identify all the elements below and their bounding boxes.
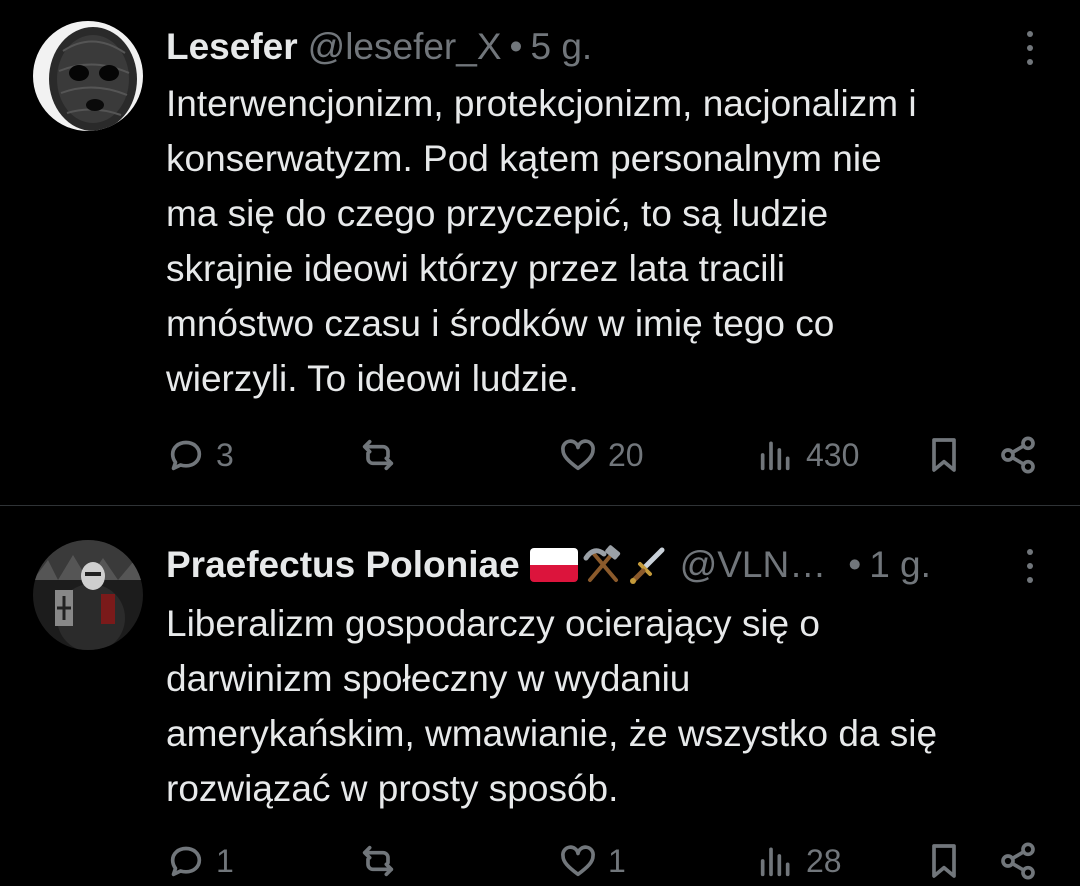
- analytics-icon: [760, 847, 790, 877]
- retweet-icon: [362, 845, 394, 877]
- author-handle[interactable]: @lesefer_X: [308, 26, 502, 68]
- bookmark-button[interactable]: [924, 430, 964, 480]
- avatar[interactable]: [33, 21, 143, 131]
- views-button[interactable]: 430: [756, 430, 859, 480]
- like-count: 1: [608, 842, 626, 879]
- views-button[interactable]: 28: [756, 836, 842, 886]
- heart-icon: [561, 439, 595, 471]
- tweet[interactable]: Praefectus Poloniae @VLN… • 1 g. Liberal…: [0, 506, 1080, 886]
- bookmark-button[interactable]: [924, 836, 964, 886]
- like-count: 20: [608, 436, 644, 473]
- separator-dot: •: [509, 26, 523, 67]
- views-count: 28: [806, 842, 842, 879]
- tweet-actions: 1 1 28: [166, 836, 1042, 886]
- tweet-text: Interwencjonizm, protekcjonizm, nacjonal…: [166, 83, 917, 399]
- author-name[interactable]: Lesefer: [166, 26, 298, 68]
- tweet-header: Lesefer @lesefer_X • 5 g.: [166, 22, 1040, 72]
- share-icon: [1001, 436, 1035, 474]
- timestamp[interactable]: 1 g.: [869, 544, 931, 586]
- like-button[interactable]: 1: [558, 836, 626, 886]
- retweet-icon: [362, 439, 394, 471]
- reply-count: 3: [216, 436, 234, 473]
- share-button[interactable]: [998, 836, 1038, 886]
- tweet-actions: 3 20 430: [166, 430, 1042, 480]
- reply-button[interactable]: 1: [166, 836, 234, 886]
- heart-icon: [561, 845, 595, 877]
- timestamp[interactable]: 5 g.: [530, 26, 592, 68]
- retweet-button[interactable]: [358, 430, 408, 480]
- analytics-icon: [760, 441, 790, 471]
- more-options-icon[interactable]: [1020, 546, 1040, 586]
- hammer-and-pick-icon: [583, 545, 620, 582]
- share-button[interactable]: [998, 430, 1038, 480]
- name-emojis: [529, 544, 670, 586]
- bookmark-icon: [932, 438, 956, 472]
- flag-poland-icon: [529, 548, 578, 582]
- like-button[interactable]: 20: [558, 430, 644, 480]
- more-options-icon[interactable]: [1020, 28, 1040, 68]
- retweet-button[interactable]: [358, 836, 408, 886]
- avatar[interactable]: [33, 540, 143, 650]
- share-icon: [1001, 842, 1035, 880]
- author-name[interactable]: Praefectus Poloniae: [166, 544, 520, 586]
- reply-icon: [170, 440, 202, 471]
- tweet-text: Liberalizm gospodarczy ocierający się o …: [166, 603, 938, 809]
- dagger-icon: [629, 547, 665, 584]
- reply-icon: [170, 846, 202, 877]
- reply-count: 1: [216, 842, 234, 879]
- tweet-header: Praefectus Poloniae @VLN… • 1 g.: [166, 540, 1040, 590]
- views-count: 430: [806, 436, 860, 473]
- reply-button[interactable]: 3: [166, 430, 234, 480]
- tweet[interactable]: Lesefer @lesefer_X • 5 g. Interwencjoniz…: [0, 0, 1080, 505]
- author-handle[interactable]: @VLN…: [680, 544, 827, 586]
- separator-dot: •: [848, 544, 862, 585]
- bookmark-icon: [932, 844, 956, 878]
